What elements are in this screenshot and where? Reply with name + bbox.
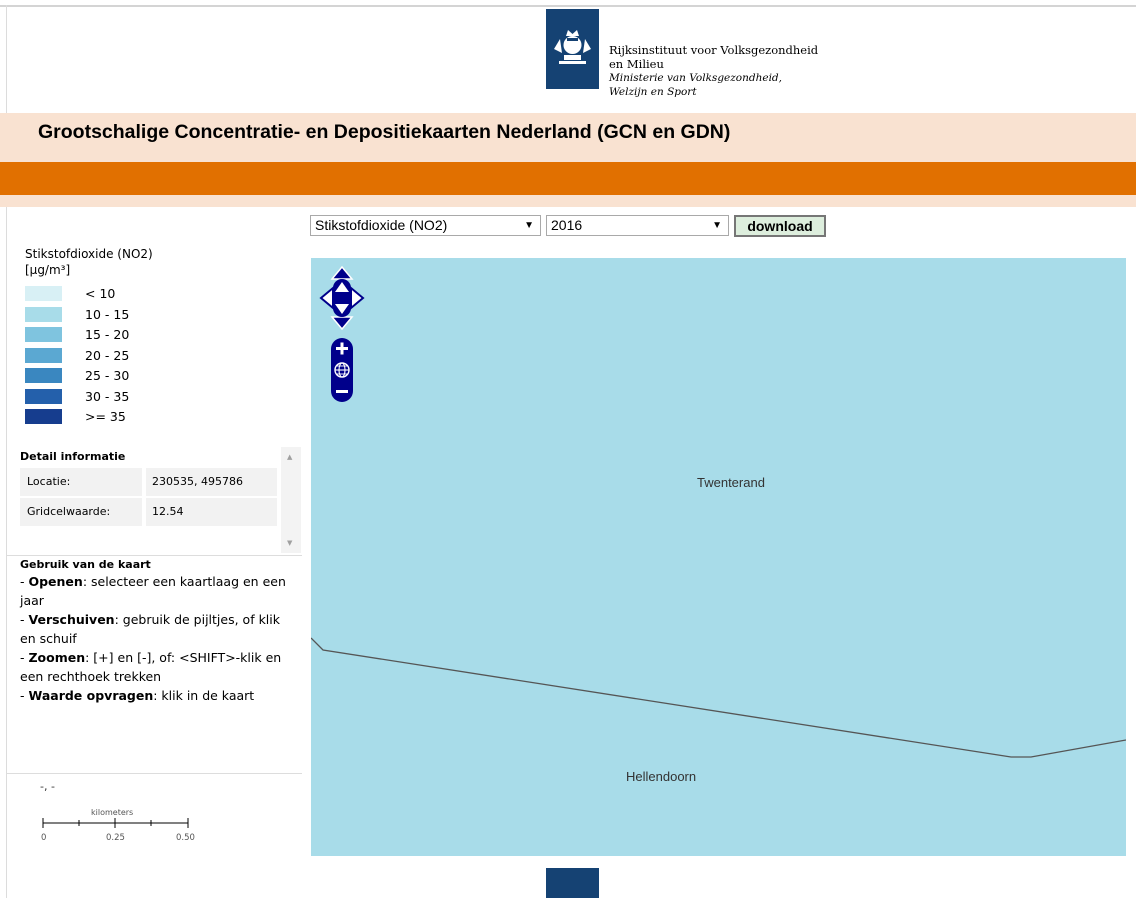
ministry-line-1: Ministerie van Volksgezondheid, [609,72,782,84]
legend-swatch [25,286,62,301]
detail-heading: Detail informatie [20,450,126,463]
usage-item-term: Waarde opvragen [28,688,154,703]
pan-right-icon[interactable] [350,285,365,311]
detail-value: 12.54 [146,498,277,526]
layer-select[interactable]: Stikstofdioxide (NO2) ▼ [310,215,541,236]
legend-swatch [25,368,62,383]
dropdown-arrow-icon: ▼ [524,220,534,231]
divider [7,555,302,556]
year-select-value: 2016 [551,217,583,233]
legend-swatch [25,347,62,363]
scale-tick-label: 0.50 [176,833,195,843]
legend-swatch [25,388,62,404]
usage-item-query: - Waarde opvragen: klik in de kaart [20,688,255,703]
legend-swatch [25,306,62,322]
detail-key: Gridcelwaarde: [20,498,142,526]
divider [7,773,302,774]
legend-label: 15 - 20 [85,327,130,342]
legend-title: Stikstofdioxide (NO2) [µg/m³] [25,247,153,277]
legend-label: >= 35 [85,409,126,424]
legend-label: < 10 [85,286,116,301]
scale-bar [42,818,189,828]
top-border [0,5,1136,7]
dropdown-arrow-icon: ▼ [712,220,722,231]
pan-left-icon[interactable] [319,285,334,311]
municipality-border [311,637,1126,758]
legend-label: 30 - 35 [85,388,130,404]
usage-item-pan: - Verschuiven: gebruik de pijltjes, of k… [20,612,280,646]
scroll-up-icon[interactable]: ▲ [287,453,292,461]
usage-item-open: - Openen: selecteer een kaartlaag en een… [20,574,286,608]
detail-value: 230535, 495786 [146,468,277,496]
zoom-out-icon[interactable] [336,390,348,393]
pan-down-icon[interactable] [330,316,354,330]
legend-label: 10 - 15 [85,306,130,322]
usage-item-text: : klik in de kaart [153,688,255,703]
detail-scrollbar[interactable]: ▲ ▼ [281,447,301,553]
place-label: Hellendoorn [626,769,697,784]
layer-select-value: Stikstofdioxide (NO2) [315,217,448,233]
usage-item-term: Zoomen [28,650,86,665]
ministry-line-2: Welzijn en Sport [609,86,697,98]
map-viewport[interactable]: Twenterand Hellendoorn [311,258,1126,856]
usage-item-term: Openen [28,574,83,589]
legend-swatch [25,327,62,342]
scale-tick-label: 0 [41,833,47,843]
page-title: Grootschalige Concentratie- en Depositie… [38,121,731,143]
download-button[interactable]: download [734,215,826,237]
orange-nav-bar [0,162,1136,195]
legend-label: 20 - 25 [85,347,130,363]
zoom-control[interactable] [331,338,353,402]
usage-heading: Gebruik van de kaart [20,558,151,571]
org-line-1: Rijksinstituut voor Volksgezondheid [609,43,819,57]
detail-key: Locatie: [20,468,142,496]
year-select[interactable]: 2016 ▼ [546,215,729,236]
usage-item-term: Verschuiven [28,612,115,627]
scale-tick-label: 0.25 [106,833,125,843]
usage-item-zoom: - Zoomen: [+] en [-], of: <SHIFT>-klik e… [20,650,282,684]
rijksoverheid-logo [546,9,599,89]
detail-panel: Detail informatie Locatie: 230535, 49578… [16,447,301,553]
legend-swatch [25,409,62,424]
pan-up-icon[interactable] [330,266,354,280]
usage-instructions: Gebruik van de kaart - Openen: selecteer… [20,557,295,705]
mouse-coordinates: -, - [40,780,55,793]
pan-control[interactable] [319,266,365,330]
scroll-down-icon[interactable]: ▼ [287,539,292,547]
footer-logo-block [546,868,599,898]
organisation-name: Rijksinstituut voor Volksgezondheid en M… [609,43,818,99]
org-line-2: en Milieu [609,57,664,71]
place-label: Twenterand [697,475,765,490]
peach-strip [0,195,1136,207]
legend-label: 25 - 30 [85,368,130,383]
